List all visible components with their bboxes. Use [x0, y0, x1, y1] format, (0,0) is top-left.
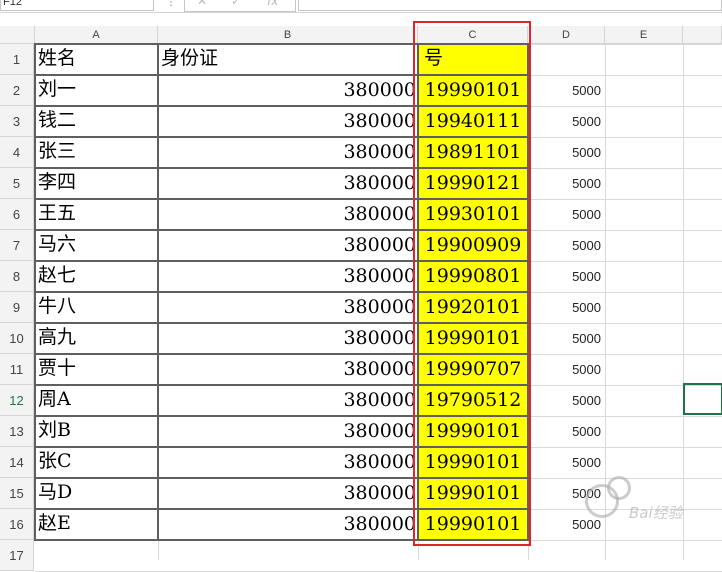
- row-header-10[interactable]: 10: [0, 323, 34, 354]
- annotation-box: [413, 21, 531, 546]
- cell-id[interactable]: 380000: [158, 416, 418, 447]
- row-header-12[interactable]: 12: [0, 385, 34, 416]
- cell-id[interactable]: 380000: [158, 75, 418, 106]
- cell-name[interactable]: 李四: [35, 168, 158, 199]
- cell-id[interactable]: 380000: [158, 323, 418, 354]
- cell-d[interactable]: 5000: [528, 168, 605, 199]
- cell-d[interactable]: 5000: [528, 199, 605, 230]
- cell-id[interactable]: 380000: [158, 168, 418, 199]
- cell-d[interactable]: 5000: [528, 447, 605, 478]
- more-icon[interactable]: ⋮: [166, 0, 176, 8]
- row-header-3[interactable]: 3: [0, 106, 34, 137]
- paw-icon: [607, 476, 631, 500]
- formula-bar: F12 ⋮ ✕ ✓ fx: [0, 0, 722, 13]
- cell-name[interactable]: 张C: [35, 447, 158, 478]
- cell-name[interactable]: 张三: [35, 137, 158, 168]
- column-header-a[interactable]: A: [35, 26, 158, 44]
- column-header-extra[interactable]: [683, 26, 722, 44]
- cell-d[interactable]: 5000: [528, 385, 605, 416]
- cell-id[interactable]: 380000: [158, 354, 418, 385]
- row-header-11[interactable]: 11: [0, 354, 34, 385]
- row-header-6[interactable]: 6: [0, 199, 34, 230]
- enter-icon[interactable]: ✓: [231, 0, 241, 8]
- cell-id[interactable]: 380000: [158, 199, 418, 230]
- cell-id[interactable]: 380000: [158, 230, 418, 261]
- watermark-logo: Bai经验: [585, 476, 697, 534]
- cell-name[interactable]: 贾十: [35, 354, 158, 385]
- cell-name[interactable]: 刘一: [35, 75, 158, 106]
- cell-d[interactable]: 5000: [528, 230, 605, 261]
- watermark-text: Bai经验: [629, 504, 683, 522]
- row-header-13[interactable]: 13: [0, 416, 34, 447]
- cell-name[interactable]: 刘B: [35, 416, 158, 447]
- selected-cell[interactable]: [683, 383, 722, 415]
- row-header-2[interactable]: 2: [0, 75, 34, 106]
- cell-d[interactable]: 5000: [528, 292, 605, 323]
- row-header-16[interactable]: 16: [0, 509, 34, 540]
- cell-id[interactable]: 380000: [158, 478, 418, 509]
- cell-name[interactable]: 赵七: [35, 261, 158, 292]
- cell-name[interactable]: 牛八: [35, 292, 158, 323]
- cell-name[interactable]: 马六: [35, 230, 158, 261]
- cell-d[interactable]: 5000: [528, 137, 605, 168]
- row-header-14[interactable]: 14: [0, 447, 34, 478]
- cell-d[interactable]: 5000: [528, 416, 605, 447]
- cell-id[interactable]: 380000: [158, 385, 418, 416]
- cell-id[interactable]: 380000: [158, 509, 418, 540]
- header-id[interactable]: 身份证: [158, 44, 418, 75]
- cell-id[interactable]: 380000: [158, 261, 418, 292]
- row-header-1[interactable]: 1: [0, 44, 34, 75]
- fx-icon[interactable]: fx: [267, 0, 278, 8]
- row-header-17[interactable]: 17: [0, 540, 34, 571]
- name-box[interactable]: F12: [0, 0, 154, 11]
- cell-name[interactable]: 高九: [35, 323, 158, 354]
- cell-name[interactable]: 马D: [35, 478, 158, 509]
- cell-id[interactable]: 380000: [158, 106, 418, 137]
- cell-d[interactable]: 5000: [528, 106, 605, 137]
- cell-name[interactable]: 周A: [35, 385, 158, 416]
- header-name[interactable]: 姓名: [35, 44, 158, 75]
- table-border: [34, 43, 36, 541]
- row-header-5[interactable]: 5: [0, 168, 34, 199]
- cancel-icon[interactable]: ✕: [197, 0, 207, 8]
- table-border: [157, 43, 159, 541]
- cell-name[interactable]: 钱二: [35, 106, 158, 137]
- cell-d[interactable]: 5000: [528, 354, 605, 385]
- column-header-e[interactable]: E: [605, 26, 683, 44]
- row-header-4[interactable]: 4: [0, 137, 34, 168]
- cell-d[interactable]: 5000: [528, 75, 605, 106]
- cell-name[interactable]: 王五: [35, 199, 158, 230]
- column-header-b[interactable]: B: [158, 26, 418, 44]
- formula-buttons: ✕ ✓ fx: [184, 0, 296, 12]
- select-all-corner[interactable]: [0, 26, 35, 44]
- row-header-8[interactable]: 8: [0, 261, 34, 292]
- row-header-15[interactable]: 15: [0, 478, 34, 509]
- formula-input[interactable]: [298, 0, 722, 11]
- cell-name[interactable]: 赵E: [35, 509, 158, 540]
- cell-id[interactable]: 380000: [158, 447, 418, 478]
- cell-d[interactable]: 5000: [528, 261, 605, 292]
- row-header-9[interactable]: 9: [0, 292, 34, 323]
- row-header-7[interactable]: 7: [0, 230, 34, 261]
- column-header-d[interactable]: D: [528, 26, 605, 44]
- cell-d[interactable]: 5000: [528, 323, 605, 354]
- cell-id[interactable]: 380000: [158, 292, 418, 323]
- cell-id[interactable]: 380000: [158, 137, 418, 168]
